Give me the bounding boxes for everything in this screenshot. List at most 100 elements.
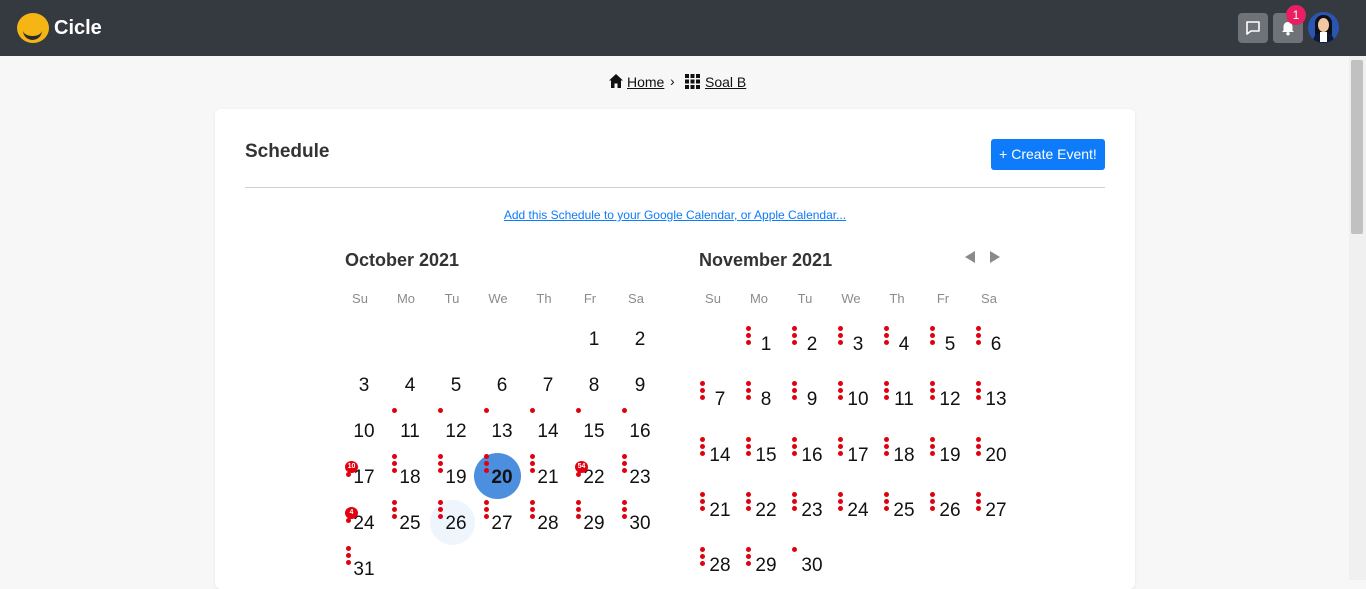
event-dot <box>746 333 751 338</box>
event-dot <box>746 326 751 331</box>
event-dot <box>838 444 843 449</box>
october-day-2[interactable]: 2 <box>617 329 663 351</box>
october-day-15[interactable]: 15 <box>571 421 617 443</box>
event-dot <box>792 326 797 331</box>
event-dot <box>484 514 489 519</box>
event-dot <box>930 340 935 345</box>
add-to-calendar-link[interactable]: Add this Schedule to your Google Calenda… <box>215 208 1135 222</box>
event-dot <box>792 451 797 456</box>
event-dot <box>930 499 935 504</box>
event-dot <box>930 326 935 331</box>
event-dot <box>838 326 843 331</box>
event-dot <box>884 492 889 497</box>
event-count-badge: 4 <box>345 507 358 519</box>
event-dot <box>838 492 843 497</box>
event-dot <box>930 492 935 497</box>
october-day-8[interactable]: 8 <box>571 375 617 397</box>
event-dot <box>792 547 797 552</box>
card-divider <box>245 187 1105 188</box>
event-dot <box>976 492 981 497</box>
november-weekday-sa: Sa <box>981 291 997 306</box>
event-dot <box>792 388 797 393</box>
event-dot <box>930 395 935 400</box>
event-dot <box>700 561 705 566</box>
october-day-5[interactable]: 5 <box>433 375 479 397</box>
event-dot <box>746 492 751 497</box>
event-dot <box>884 451 889 456</box>
event-dot <box>484 408 489 413</box>
october-day-9[interactable]: 9 <box>617 375 663 397</box>
event-dot <box>700 444 705 449</box>
october-day-10[interactable]: 10 <box>341 421 387 443</box>
event-dot <box>792 395 797 400</box>
october-day-1[interactable]: 1 <box>571 329 617 351</box>
event-dot <box>700 554 705 559</box>
event-dot <box>622 500 627 505</box>
november-month-title: November 2021 <box>699 250 833 270</box>
event-dot <box>746 451 751 456</box>
event-dot <box>838 340 843 345</box>
october-day-3[interactable]: 3 <box>341 375 387 397</box>
event-dot <box>746 340 751 345</box>
november-weekday-tu: Tu <box>797 291 813 306</box>
event-dot <box>976 506 981 511</box>
event-dot <box>976 499 981 504</box>
event-dot <box>746 437 751 442</box>
prev-month-icon[interactable] <box>965 251 975 263</box>
event-dot <box>622 461 627 466</box>
october-day-6[interactable]: 6 <box>479 375 525 397</box>
october-day-11[interactable]: 11 <box>387 421 433 443</box>
event-dot <box>700 492 705 497</box>
event-dot <box>700 451 705 456</box>
event-dot <box>884 326 889 331</box>
october-day-13[interactable]: 13 <box>479 421 525 443</box>
event-dot <box>484 507 489 512</box>
event-dot <box>976 326 981 331</box>
event-dot <box>438 454 443 459</box>
next-month-icon[interactable] <box>990 251 1000 263</box>
event-dot <box>838 499 843 504</box>
october-day-16[interactable]: 16 <box>617 421 663 443</box>
event-dot <box>930 388 935 393</box>
event-dot <box>700 506 705 511</box>
home-icon <box>609 74 623 88</box>
event-dot <box>622 507 627 512</box>
event-dot <box>884 499 889 504</box>
event-dot <box>976 388 981 393</box>
october-weekday-tu: Tu <box>444 291 460 306</box>
event-dot <box>930 444 935 449</box>
october-weekday-th: Th <box>536 291 552 306</box>
november-weekday-fr: Fr <box>936 291 950 306</box>
event-dot <box>976 340 981 345</box>
event-dot <box>792 506 797 511</box>
october-day-14[interactable]: 14 <box>525 421 571 443</box>
scrollbar-thumb[interactable] <box>1351 60 1363 234</box>
event-dot <box>884 444 889 449</box>
user-avatar[interactable] <box>1308 12 1339 43</box>
event-dot <box>884 333 889 338</box>
november-weekday-su: Su <box>705 291 721 306</box>
event-dot <box>346 546 351 551</box>
chat-button[interactable] <box>1238 13 1268 43</box>
event-dot <box>976 444 981 449</box>
event-dot <box>792 492 797 497</box>
october-day-12[interactable]: 12 <box>433 421 479 443</box>
event-dot <box>930 333 935 338</box>
breadcrumb-page-link[interactable]: Soal B <box>705 74 746 90</box>
october-day-7[interactable]: 7 <box>525 375 571 397</box>
brand-name[interactable]: Cicle <box>54 17 102 40</box>
november-day-30[interactable]: 30 <box>789 555 835 577</box>
event-dot <box>438 500 443 505</box>
november-weekday-th: Th <box>889 291 905 306</box>
event-dot <box>838 437 843 442</box>
event-dot <box>976 381 981 386</box>
event-dot <box>392 468 397 473</box>
cicle-logo-icon[interactable] <box>17 13 49 43</box>
event-dot <box>622 468 627 473</box>
breadcrumb-home-link[interactable]: Home <box>627 74 664 90</box>
event-dot <box>792 381 797 386</box>
event-dot <box>530 454 535 459</box>
create-event-button[interactable]: + Create Event! <box>991 139 1105 170</box>
october-day-4[interactable]: 4 <box>387 375 433 397</box>
event-dot <box>700 499 705 504</box>
